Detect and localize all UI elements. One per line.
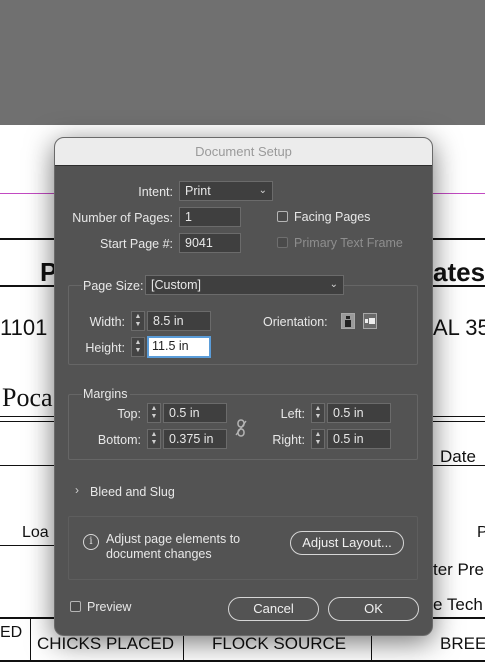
margins-title: Margins: [82, 386, 131, 402]
margin-right-input[interactable]: 0.5 in: [327, 429, 391, 449]
doc-text: Date: [440, 447, 476, 466]
doc-text: P: [477, 524, 485, 541]
adjust-text-line2: document changes: [106, 547, 212, 561]
doc-text: BREE: [440, 634, 485, 653]
doc-text: AL 35: [433, 315, 485, 340]
doc-text: FLOCK SOURCE: [212, 634, 347, 653]
cancel-button[interactable]: Cancel: [228, 597, 319, 621]
landscape-orientation-button[interactable]: [363, 313, 377, 329]
preview-label: Preview: [87, 600, 132, 614]
chevron-down-icon: ⌄: [329, 279, 338, 290]
page-size-value: [Custom]: [151, 278, 202, 292]
doc-text: ED: [0, 624, 23, 641]
portrait-orientation-button[interactable]: [341, 313, 355, 329]
margin-right-stepper[interactable]: ▲ ▼: [311, 429, 325, 449]
height-label: Height:: [85, 341, 125, 355]
dialog-title: Document Setup: [55, 138, 432, 166]
doc-text: Poca: [2, 383, 53, 412]
width-stepper[interactable]: ▲ ▼: [131, 311, 145, 331]
doc-text: CHICKS PLACED: [37, 634, 174, 653]
preview-checkbox[interactable]: [70, 601, 81, 612]
margin-top-label: Top:: [117, 407, 141, 421]
info-icon: i: [83, 534, 99, 550]
num-pages-label: Number of Pages:: [72, 211, 173, 225]
adjust-text-line1: Adjust page elements to: [106, 532, 241, 546]
height-stepper[interactable]: ▲ ▼: [131, 337, 145, 357]
landscape-icon: [365, 318, 375, 324]
doc-text: ates: [433, 257, 485, 287]
primary-text-frame-checkbox[interactable]: [277, 237, 288, 248]
rule: [30, 617, 31, 662]
height-input[interactable]: 11.5 in: [147, 336, 211, 358]
facing-pages-label: Facing Pages: [294, 210, 371, 224]
margin-top-input[interactable]: 0.5 in: [163, 403, 227, 423]
adjust-layout-button[interactable]: Adjust Layout...: [290, 531, 404, 555]
margin-bottom-label: Bottom:: [97, 433, 141, 447]
pasteboard-gray: [0, 0, 485, 125]
chevron-down-icon: ⌄: [258, 185, 267, 196]
orientation-label: Orientation:: [263, 315, 328, 329]
margin-left-label: Left:: [280, 407, 305, 421]
num-pages-input[interactable]: 1: [179, 207, 241, 227]
margin-left-input[interactable]: 0.5 in: [327, 403, 391, 423]
primary-text-frame-label: Primary Text Frame: [294, 236, 403, 250]
chain-link-icon[interactable]: [234, 419, 248, 437]
bleed-slug-label: Bleed and Slug: [90, 485, 175, 499]
margin-right-label: Right:: [272, 433, 305, 447]
doc-text: 1101: [0, 315, 48, 340]
margin-left-stepper[interactable]: ▲ ▼: [311, 403, 325, 423]
ok-button[interactable]: OK: [328, 597, 419, 621]
facing-pages-checkbox[interactable]: [277, 211, 288, 222]
portrait-icon: [345, 316, 351, 327]
rule: [0, 545, 54, 546]
document-setup-dialog: Document Setup Intent: Print ⌄ Number of…: [54, 137, 433, 636]
intent-select[interactable]: Print ⌄: [179, 181, 273, 201]
page-size-label: Page Size:: [82, 278, 147, 294]
start-page-input[interactable]: 9041: [179, 233, 241, 253]
start-page-label: Start Page #:: [100, 237, 173, 251]
margin-bottom-stepper[interactable]: ▲ ▼: [147, 429, 161, 449]
intent-value: Print: [185, 184, 211, 198]
doc-text: ter Pre: [433, 560, 485, 579]
page-size-select[interactable]: [Custom] ⌄: [145, 275, 344, 295]
doc-text: e Tech: [433, 595, 483, 614]
width-input[interactable]: 8.5 in: [147, 311, 211, 331]
rule: [0, 465, 54, 466]
width-label: Width:: [89, 315, 125, 329]
margin-top-stepper[interactable]: ▲ ▼: [147, 403, 161, 423]
bleed-slug-disclosure[interactable]: › Bleed and Slug: [75, 483, 195, 501]
chevron-right-icon: ›: [75, 483, 79, 497]
margin-bottom-input[interactable]: 0.375 in: [163, 429, 227, 449]
intent-label: Intent:: [138, 185, 173, 199]
doc-text: Loa: [22, 524, 49, 541]
